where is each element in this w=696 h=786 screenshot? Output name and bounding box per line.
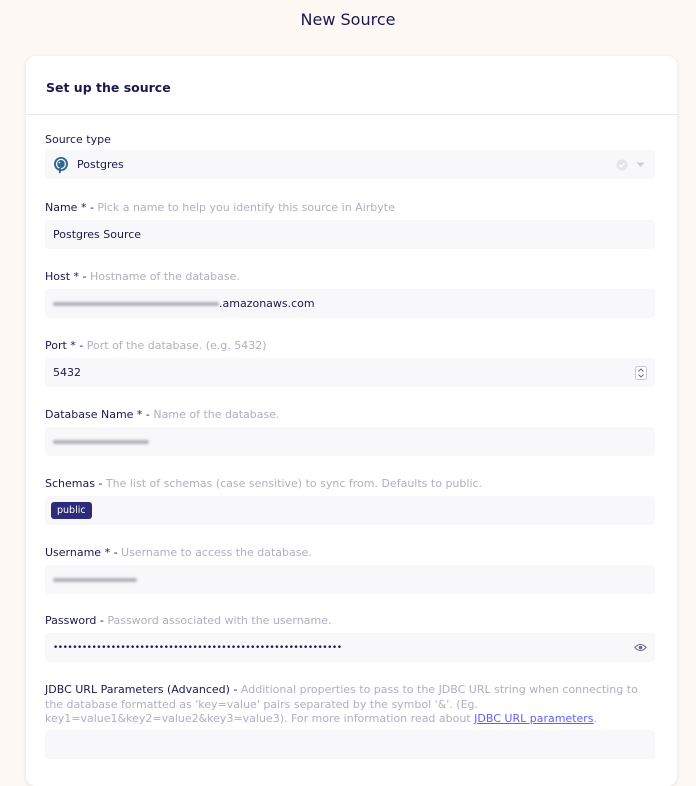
host-value-suffix: .amazonaws.com — [219, 297, 315, 310]
username-field: Username * - Username to access the data… — [45, 546, 655, 594]
port-input[interactable]: 5432 — [45, 358, 655, 387]
port-value: 5432 — [53, 366, 81, 379]
schemas-input[interactable]: public — [45, 496, 655, 525]
password-label: Password - Password associated with the … — [45, 614, 332, 627]
source-type-value: Postgres — [77, 158, 124, 171]
card-header: Set up the source — [26, 56, 677, 115]
check-circle-icon — [616, 159, 628, 171]
source-type-field: Source type Postgres — [45, 133, 655, 179]
jdbc-field: JDBC URL Parameters (Advanced) - Additio… — [45, 683, 655, 759]
port-hint: Port of the database. (e.g. 5432) — [86, 339, 267, 352]
port-label: Port * - Port of the database. (e.g. 543… — [45, 339, 267, 352]
schemas-label: Schemas - The list of schemas (case sens… — [45, 477, 483, 490]
database-input[interactable] — [45, 427, 655, 456]
source-type-label: Source type — [45, 133, 111, 146]
number-stepper-icon[interactable] — [635, 365, 647, 380]
schemas-hint: The list of schemas (case sensitive) to … — [105, 477, 483, 490]
name-input[interactable]: Postgres Source — [45, 220, 655, 249]
schemas-field: Schemas - The list of schemas (case sens… — [45, 477, 655, 525]
jdbc-label: JDBC URL Parameters (Advanced) - Additio… — [45, 683, 638, 725]
page-title: New Source — [300, 10, 396, 29]
host-hint: Hostname of the database. — [90, 270, 240, 283]
jdbc-docs-link[interactable]: JDBC URL parameters — [474, 712, 593, 725]
password-value: ••••••••••••••••••••••••••••••••••••••••… — [53, 642, 342, 653]
source-type-select[interactable]: Postgres — [45, 150, 655, 179]
database-field: Database Name * - Name of the database. — [45, 408, 655, 456]
redacted-database — [53, 439, 149, 444]
port-field: Port * - Port of the database. (e.g. 543… — [45, 339, 655, 387]
jdbc-input[interactable] — [45, 730, 655, 759]
name-field: Name * - Pick a name to help you identif… — [45, 201, 655, 249]
password-hint: Password associated with the username. — [107, 614, 332, 627]
host-label: Host * - Hostname of the database. — [45, 270, 240, 283]
password-field: Password - Password associated with the … — [45, 614, 655, 662]
schema-chip[interactable]: public — [51, 502, 92, 519]
setup-card: Set up the source Source type Postgres N… — [26, 56, 677, 786]
host-input[interactable]: .amazonaws.com — [45, 289, 655, 318]
redacted-host — [53, 301, 219, 306]
username-hint: Username to access the database. — [121, 546, 312, 559]
username-input[interactable] — [45, 565, 655, 594]
name-hint: Pick a name to help you identify this so… — [97, 201, 395, 214]
postgres-elephant-icon — [51, 155, 71, 175]
password-input[interactable]: ••••••••••••••••••••••••••••••••••••••••… — [45, 633, 655, 662]
username-label: Username * - Username to access the data… — [45, 546, 312, 559]
database-hint: Name of the database. — [153, 408, 280, 421]
database-label: Database Name * - Name of the database. — [45, 408, 280, 421]
name-label: Name * - Pick a name to help you identif… — [45, 201, 395, 214]
chevron-down-icon[interactable] — [636, 162, 645, 168]
host-field: Host * - Hostname of the database. .amaz… — [45, 270, 655, 318]
redacted-username — [53, 577, 137, 582]
eye-icon[interactable] — [634, 643, 647, 652]
